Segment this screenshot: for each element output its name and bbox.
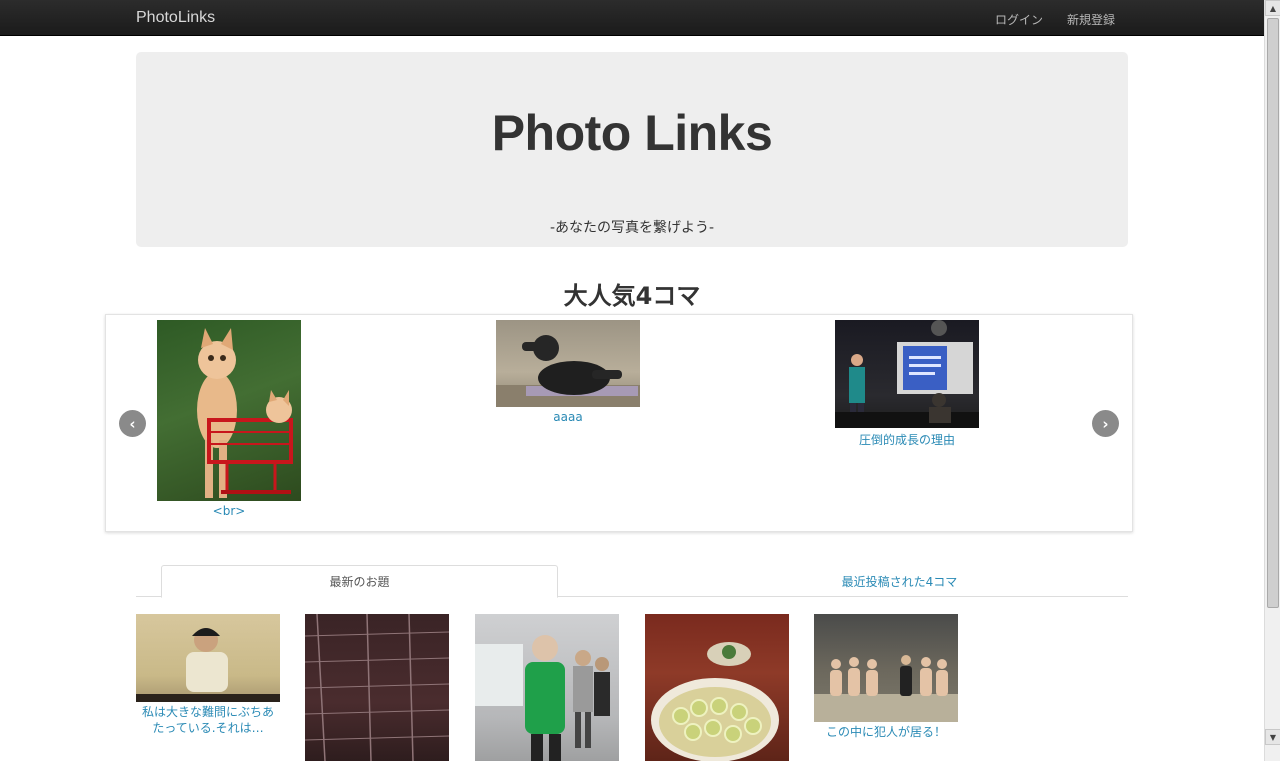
scroll-down-icon[interactable]: ▼ — [1265, 729, 1280, 745]
presentation-photo[interactable] — [835, 320, 979, 428]
hero-title: Photo Links — [491, 105, 773, 161]
top-navbar: PhotoLinks ログイン 新規登録 — [0, 0, 1264, 36]
hero-subtitle: -あなたの写真を繋げよう- — [549, 220, 715, 236]
topic-item[interactable] — [645, 614, 789, 761]
hero-banner: Photo Links -あなたの写真を繋げよう- — [136, 52, 1128, 247]
topic-item[interactable] — [305, 614, 449, 761]
carousel-item-caption[interactable]: <br> — [157, 504, 301, 518]
topic-item[interactable] — [475, 614, 619, 761]
topic-photo[interactable] — [475, 614, 619, 761]
carousel-item[interactable]: <br> — [157, 320, 301, 518]
scrollbar-thumb[interactable] — [1267, 18, 1279, 608]
brand-link[interactable]: PhotoLinks — [136, 9, 215, 27]
topic-caption[interactable]: 私は大きな難問にぶちあたっている.それは… — [136, 704, 280, 736]
topic-photo[interactable] — [645, 614, 789, 761]
cat-photo[interactable] — [157, 320, 301, 501]
topic-caption[interactable]: この中に犯人が居る！ — [814, 724, 958, 740]
tab-latest-topics[interactable]: 最新のお題 — [161, 565, 558, 598]
page-scrollbar[interactable]: ▲ ▼ — [1264, 0, 1280, 761]
carousel-item[interactable]: aaaa — [496, 320, 640, 424]
popular-carousel: ‹ <br> aaaa 圧倒的成長の理由 › — [105, 314, 1133, 532]
gorilla-photo[interactable] — [496, 320, 640, 407]
carousel-item-caption[interactable]: 圧倒的成長の理由 — [835, 431, 979, 448]
carousel-next-icon[interactable]: › — [1092, 410, 1119, 437]
topic-photo[interactable] — [305, 614, 449, 761]
carousel-item-caption[interactable]: aaaa — [496, 410, 640, 424]
login-link[interactable]: ログイン — [995, 11, 1043, 28]
carousel-item[interactable]: 圧倒的成長の理由 — [835, 320, 979, 448]
topic-item[interactable]: 私は大きな難問にぶちあたっている.それは… — [136, 614, 280, 736]
carousel-prev-icon[interactable]: ‹ — [119, 410, 146, 437]
popular-section-title: 大人気4コマ — [563, 282, 701, 310]
signup-link[interactable]: 新規登録 — [1067, 11, 1115, 28]
topic-photo[interactable] — [814, 614, 958, 722]
tab-recent-4koma[interactable]: 最近投稿された4コマ — [701, 565, 1098, 598]
nav-links: ログイン 新規登録 — [995, 11, 1115, 28]
topic-photo[interactable] — [136, 614, 280, 702]
topic-item[interactable]: この中に犯人が居る！ — [814, 614, 958, 740]
content-tabs: 最新のお題 最近投稿された4コマ — [136, 565, 1128, 598]
scroll-up-icon[interactable]: ▲ — [1265, 0, 1280, 16]
